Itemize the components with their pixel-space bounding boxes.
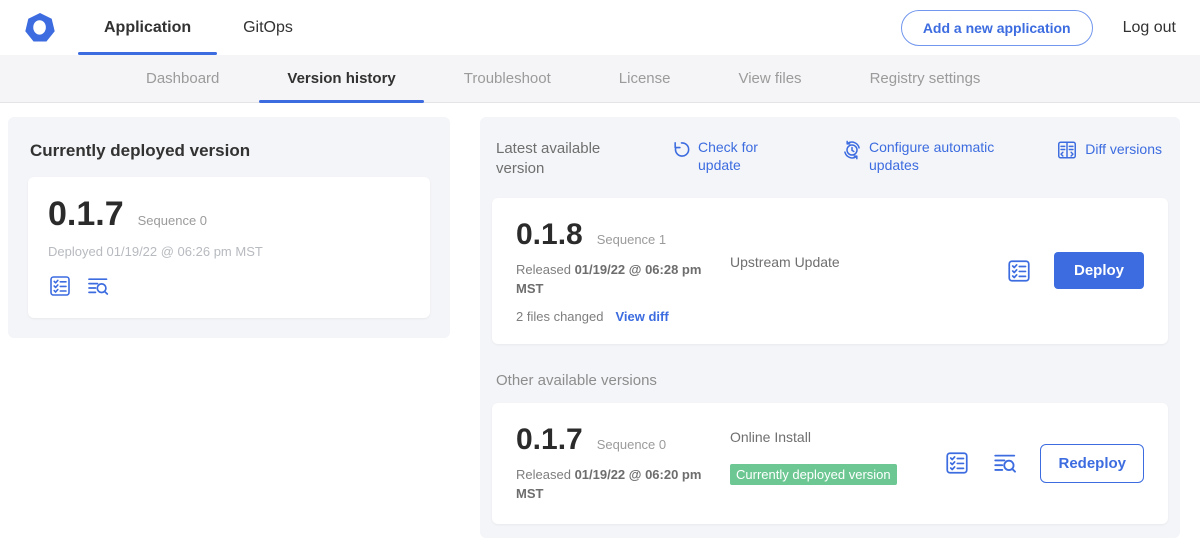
latest-released-timestamp: Released 01/19/22 @ 06:28 pm MST: [516, 260, 722, 299]
topnav-tabs: Application GitOps: [78, 0, 319, 55]
tab-application[interactable]: Application: [78, 0, 217, 55]
subnav-dashboard[interactable]: Dashboard: [112, 55, 253, 102]
app-sub-nav: Dashboard Version history Troubleshoot L…: [0, 55, 1200, 103]
deployed-timestamp: Deployed 01/19/22 @ 06:26 pm MST: [48, 244, 410, 259]
latest-version-card: 0.1.8 Sequence 1 Released 01/19/22 @ 06:…: [492, 198, 1168, 344]
latest-sequence-label: Sequence 1: [597, 232, 666, 247]
available-versions-header: Latest available version Check for updat…: [492, 135, 1168, 180]
subnav-version-history[interactable]: Version history: [253, 55, 429, 102]
subnav-view-files[interactable]: View files: [704, 55, 835, 102]
top-nav: Application GitOps Add a new application…: [0, 0, 1200, 55]
logout-link[interactable]: Log out: [1123, 19, 1176, 37]
view-logs-icon[interactable]: [992, 450, 1018, 476]
preflight-checks-icon[interactable]: [944, 450, 970, 476]
app-logo-icon: [22, 10, 58, 46]
content-area: Currently deployed version 0.1.7 Sequenc…: [0, 103, 1200, 538]
other-sequence-label: Sequence 0: [597, 437, 666, 452]
latest-source-label: Upstream Update: [730, 254, 840, 270]
deploy-button[interactable]: Deploy: [1054, 252, 1144, 289]
available-versions-panel: Latest available version Check for updat…: [480, 117, 1180, 538]
redeploy-button[interactable]: Redeploy: [1040, 444, 1144, 483]
currently-deployed-title: Currently deployed version: [30, 141, 430, 161]
check-for-update-link[interactable]: Check for update: [672, 139, 776, 174]
deployed-sequence-label: Sequence 0: [138, 213, 207, 228]
latest-version-number: 0.1.8: [516, 218, 583, 252]
currently-deployed-panel: Currently deployed version 0.1.7 Sequenc…: [8, 117, 450, 338]
subnav-registry-settings[interactable]: Registry settings: [836, 55, 1015, 102]
subnav-license[interactable]: License: [585, 55, 705, 102]
refresh-icon: [672, 140, 691, 159]
diff-versions-icon: [1056, 139, 1078, 161]
deployed-version-card: 0.1.7 Sequence 0 Deployed 01/19/22 @ 06:…: [28, 177, 430, 318]
preflight-checks-icon[interactable]: [1006, 258, 1032, 284]
view-diff-link[interactable]: View diff: [615, 309, 668, 324]
view-logs-icon[interactable]: [86, 274, 110, 298]
add-application-button[interactable]: Add a new application: [901, 10, 1093, 46]
other-version-number: 0.1.7: [516, 423, 583, 457]
currently-deployed-badge: Currently deployed version: [730, 464, 897, 485]
automatic-updates-icon: [842, 140, 862, 160]
preflight-checks-icon[interactable]: [48, 274, 72, 298]
files-changed-label: 2 files changed: [516, 309, 603, 324]
other-version-card: 0.1.7 Sequence 0 Released 01/19/22 @ 06:…: [492, 403, 1168, 524]
subnav-troubleshoot[interactable]: Troubleshoot: [430, 55, 585, 102]
latest-available-title: Latest available version: [496, 139, 628, 180]
other-versions-heading: Other available versions: [496, 372, 1164, 389]
app-logo[interactable]: [22, 0, 58, 55]
diff-versions-link[interactable]: Diff versions: [1056, 139, 1162, 161]
topnav-right: Add a new application Log out: [901, 0, 1176, 55]
other-source-label: Online Install: [730, 429, 811, 445]
other-released-timestamp: Released 01/19/22 @ 06:20 pm MST: [516, 465, 722, 504]
deployed-version-number: 0.1.7: [48, 195, 124, 234]
tab-gitops[interactable]: GitOps: [217, 0, 319, 55]
configure-automatic-updates-link[interactable]: Configure automatic updates: [842, 139, 1019, 174]
